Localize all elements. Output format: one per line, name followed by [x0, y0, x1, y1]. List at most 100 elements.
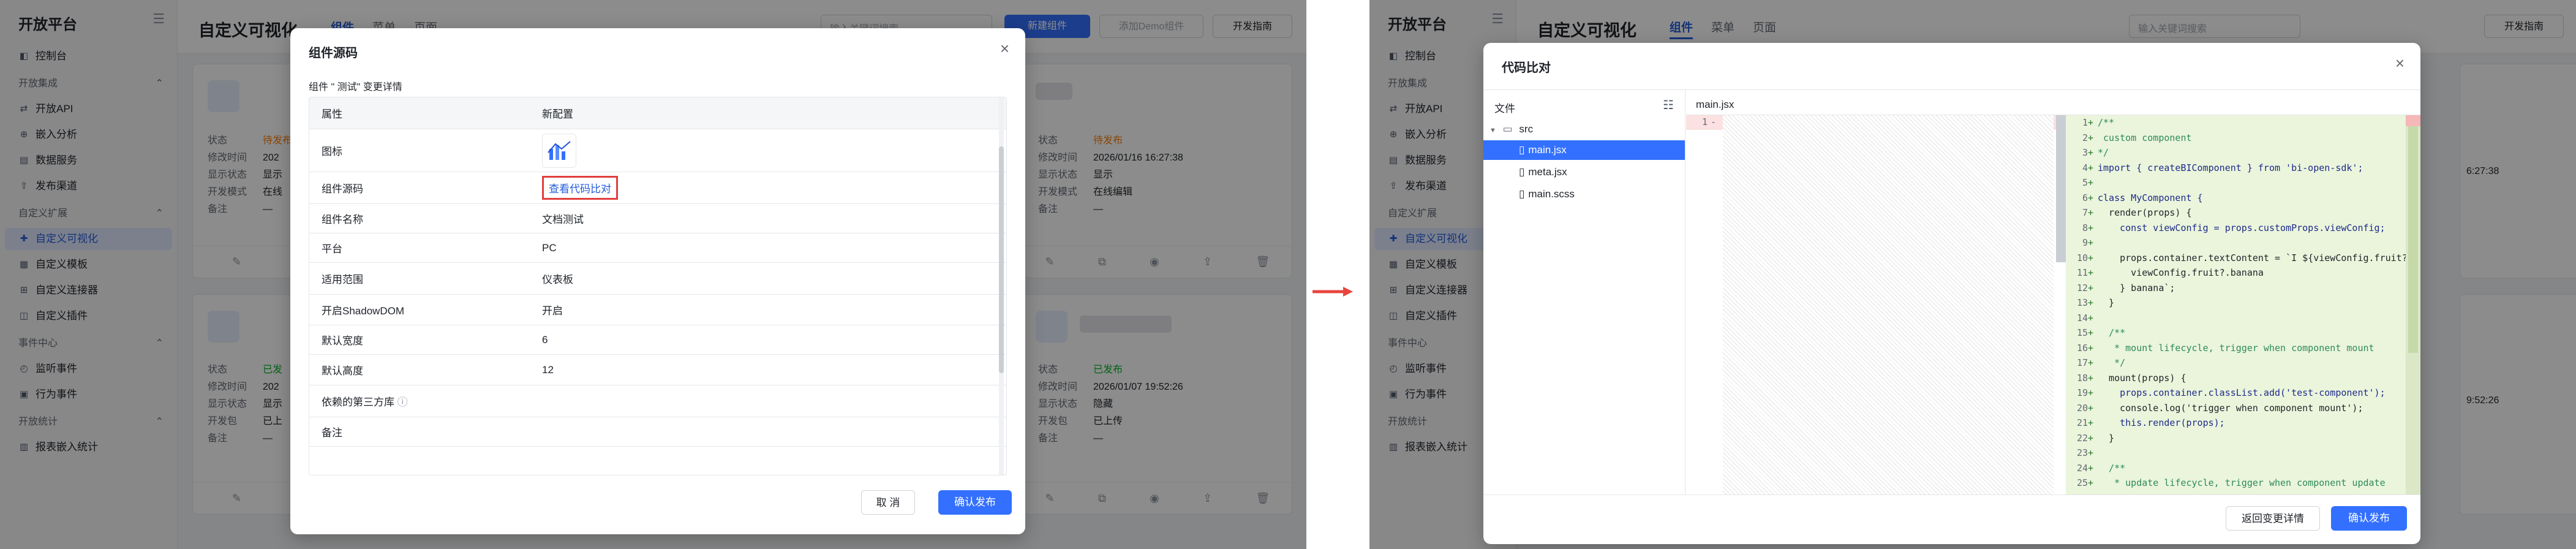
- code-line: 13+ }: [2066, 295, 2402, 311]
- table-row: 依赖的第三方库 ⓘ: [309, 385, 1006, 417]
- line-number: 5: [2082, 177, 2088, 188]
- code-line: 14+: [2066, 311, 2402, 326]
- file-tree-panel: 文件 ☷ ▼ ▭ src ▯ main.jsx ▯ meta.jsx ▯ main.s…: [1483, 90, 1685, 495]
- line-number: 16: [2076, 342, 2088, 354]
- table-row: 组件名称 文档测试: [309, 204, 1006, 233]
- table-row: 组件源码 查看代码比对: [309, 172, 1006, 204]
- line-number: 18: [2076, 372, 2088, 384]
- line-number: 12: [2076, 282, 2088, 293]
- line-number: 19: [2076, 387, 2088, 398]
- files-label: 文件: [1494, 103, 1515, 115]
- code-line: 1+/**: [2066, 115, 2402, 131]
- line-number: 10: [2076, 252, 2088, 263]
- code-line: 19+ props.container.classList.add('test-…: [2066, 385, 2402, 401]
- code-line: 10+ props.container.textContent = `I ${v…: [2066, 251, 2419, 266]
- code-line: 24+ /**: [2066, 461, 2402, 476]
- code-line: 23+: [2066, 445, 2402, 461]
- minimap: [2406, 115, 2420, 495]
- table-row: 备注: [309, 417, 1006, 447]
- close-icon[interactable]: ×: [2395, 55, 2405, 71]
- component-source-modal: 组件源码 × 组件 " 测试" 变更详情 属性 新配置 图标 组件源码 查看代码比对…: [290, 28, 1025, 534]
- table-row: 开启ShadowDOM 开启: [309, 295, 1006, 325]
- line-number: 7: [2082, 207, 2088, 218]
- file-item-meta-jsx[interactable]: ▯ meta.jsx: [1483, 162, 1685, 182]
- right-screenshot: 开放平台 ☰ ◧控制台开放集成⌃⇄开放API⊕嵌入分析▤数据服务⇪发布渠道自定义…: [1369, 0, 2576, 549]
- line-number: 20: [2076, 402, 2088, 414]
- code-line: 7+ render(props) {: [2066, 205, 2402, 221]
- line-number: 11: [2076, 267, 2088, 278]
- line-number: 15: [2076, 327, 2088, 338]
- line-number: 23: [2076, 447, 2088, 458]
- table-row: 默认高度 12: [309, 355, 1006, 385]
- line-number: 21: [2076, 417, 2088, 428]
- scrollbar[interactable]: [999, 97, 1004, 475]
- line-number: 4: [2082, 162, 2088, 173]
- modal-title: 组件源码: [309, 47, 358, 60]
- code-line: 2+ custom component: [2066, 131, 2402, 146]
- folder-icon: ▭: [1502, 123, 1513, 135]
- file-icon: ▯: [1519, 144, 1525, 156]
- code-line: 3+ */: [2066, 145, 2402, 161]
- view-code-diff-link[interactable]: 查看代码比对: [542, 176, 618, 200]
- component-chart-icon: [542, 133, 576, 168]
- folder-src[interactable]: ▼ ▭ src: [1489, 119, 1533, 139]
- code-line: 9+: [2066, 235, 2402, 251]
- code-line: 6+ class MyComponent {: [2066, 191, 2402, 206]
- cancel-button[interactable]: 取 消: [861, 490, 915, 515]
- confirm-publish-button[interactable]: 确认发布: [938, 490, 1012, 515]
- empty-hatch: [1723, 115, 2054, 495]
- file-icon: ▯: [1519, 166, 1525, 178]
- table-header: 属性 新配置: [309, 97, 1006, 129]
- file-item-main-jsx[interactable]: ▯ main.jsx: [1483, 140, 1685, 160]
- file-item-main-scss[interactable]: ▯ main.scss: [1483, 184, 1685, 204]
- line-number: 6: [2082, 192, 2088, 203]
- line-number: 9: [2082, 237, 2088, 248]
- diff-panel: main.jsx 1 - 1+/** 2+ custom component 3+ *…: [1686, 90, 2420, 495]
- line-number: 14: [2076, 312, 2088, 324]
- back-to-change-detail-button[interactable]: 返回变更详情: [2226, 506, 2320, 531]
- table-row: 图标: [309, 129, 1006, 172]
- code-line: 22+ }: [2066, 431, 2402, 446]
- code-line: 25+ * update lifecycle, trigger when com…: [2066, 475, 2402, 491]
- diff-modified-side: 1+/** 2+ custom component 3+ */4+ import { c…: [2066, 115, 2420, 495]
- code-line: 18+ mount(props) {: [2066, 371, 2402, 386]
- line-number: 8: [2082, 222, 2088, 233]
- line-number: 17: [2076, 357, 2088, 368]
- code-line: 4+ import { createBIComponent } from 'bi-…: [2066, 161, 2402, 176]
- line-number: 1: [1702, 116, 1708, 127]
- overview-scrollbar[interactable]: [2056, 115, 2066, 262]
- table-row: 平台 PC: [309, 233, 1006, 263]
- code-line: 12+ } banana`;: [2066, 281, 2402, 296]
- line-number: 25: [2076, 477, 2088, 488]
- collapse-tree-icon[interactable]: ☷: [1663, 97, 1674, 113]
- code-line: 21+ this.render(props);: [2066, 415, 2402, 431]
- line-number: 2: [2082, 132, 2088, 143]
- code-line: 16+ * mount lifecycle, trigger when comp…: [2066, 341, 2402, 356]
- code-line: 5+: [2066, 175, 2402, 191]
- change-detail-subtitle: 组件 " 测试" 变更详情: [309, 82, 402, 93]
- line-number: 24: [2076, 462, 2088, 474]
- diff-original-side: 1 -: [1686, 115, 2066, 495]
- code-line: 11+ viewConfig.fruit?.banana: [2066, 265, 2402, 281]
- code-line: 15+ /**: [2066, 325, 2402, 341]
- open-file-name: main.jsx: [1696, 99, 1734, 110]
- line-number: 22: [2076, 432, 2088, 444]
- transition-arrow-icon: [1312, 287, 1353, 297]
- line-number: 3: [2082, 147, 2088, 158]
- code-line: 17+ */: [2066, 355, 2402, 371]
- close-icon[interactable]: ×: [1000, 40, 1009, 56]
- caret-down-icon: ▼: [1489, 127, 1496, 134]
- table-row: 适用范围 仪表板: [309, 263, 1006, 295]
- code-diff-modal: 代码比对 × 文件 ☷ ▼ ▭ src ▯ main.jsx ▯ meta.jsx …: [1483, 43, 2420, 544]
- code-line: 20+ console.log('trigger when component …: [2066, 401, 2402, 416]
- confirm-publish-button[interactable]: 确认发布: [2331, 506, 2407, 531]
- line-number: 13: [2076, 297, 2088, 308]
- left-screenshot: 开放平台 ☰ ◧ 控制台 开放集成 ⌃ ⇄ 开放API ⊕ 嵌入分析 ▤ 数据服务 ⇪ 发布渠道 自定义…: [0, 0, 1306, 549]
- modal-title: 代码比对: [1502, 61, 1551, 75]
- info-icon[interactable]: ⓘ: [394, 396, 408, 408]
- change-table: 属性 新配置 图标 组件源码 查看代码比对 组件名称 文档测试 平台 PC 适用范围 仪表板 开启…: [309, 97, 1007, 475]
- file-icon: ▯: [1519, 188, 1525, 200]
- line-number: 1: [2082, 117, 2088, 128]
- table-row: 默认宽度 6: [309, 325, 1006, 355]
- code-line: 8+ const viewConfig = props.customProps.…: [2066, 221, 2402, 236]
